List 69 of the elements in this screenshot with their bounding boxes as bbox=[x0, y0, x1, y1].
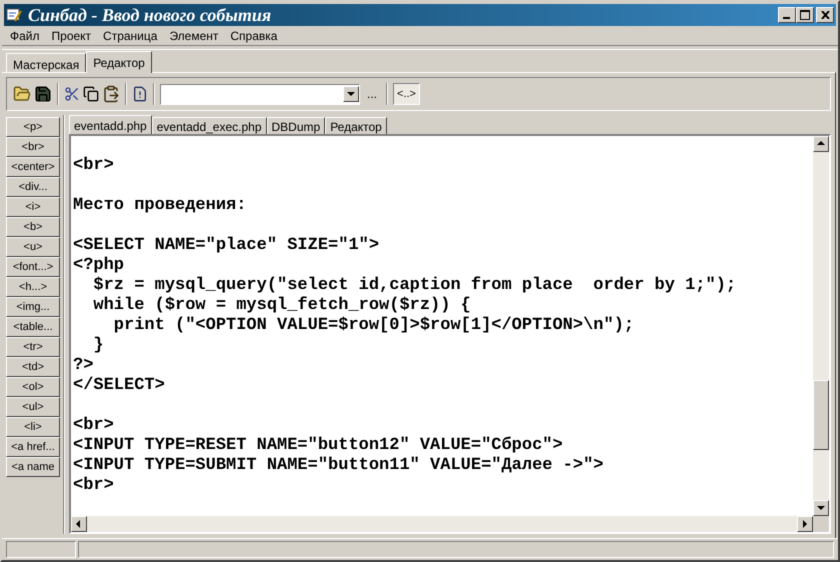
scroll-down-button[interactable] bbox=[813, 500, 829, 516]
file-tab[interactable]: eventadd.php bbox=[69, 115, 152, 134]
menu-item[interactable]: Страница bbox=[97, 26, 164, 44]
code-line: print ("<OPTION VALUE=$row[0]>$row[1]</OPTION>\n"); bbox=[112, 316, 634, 336]
scroll-left-button[interactable] bbox=[71, 516, 87, 532]
maximize-icon bbox=[800, 10, 810, 20]
code-line: <br> bbox=[73, 476, 114, 496]
code-line: <INPUT TYPE=RESET NAME="button12" VALUE="Сброс"> bbox=[73, 436, 563, 456]
tag-insert-button[interactable]: <li> bbox=[6, 417, 60, 437]
minimize-icon bbox=[783, 17, 791, 19]
tag-insert-button[interactable]: <a name bbox=[6, 457, 60, 477]
file-tab[interactable]: Редактор bbox=[325, 117, 387, 134]
window-title: Синбад - Ввод нового события bbox=[28, 4, 272, 26]
paste-icon[interactable] bbox=[102, 85, 120, 103]
code-line: $rz = mysql_query("select id,caption from place order by 1;"); bbox=[92, 276, 736, 296]
code-line: <SELECT NAME="place" SIZE="1"> bbox=[73, 236, 380, 256]
tag-insert-button[interactable]: <h...> bbox=[6, 277, 60, 297]
tag-insert-button[interactable]: <p> bbox=[6, 117, 60, 137]
document-icon[interactable] bbox=[132, 86, 148, 102]
status-panel bbox=[6, 541, 76, 558]
menu-item[interactable]: Проект bbox=[46, 26, 98, 44]
menu-item[interactable]: Элемент bbox=[163, 26, 224, 44]
close-icon bbox=[820, 11, 830, 19]
tag-insert-button[interactable]: <ol> bbox=[6, 377, 60, 397]
code-line: ?> bbox=[73, 356, 94, 376]
tag-insert-button[interactable]: <table... bbox=[6, 317, 60, 337]
tag-insert-button[interactable]: <center> bbox=[6, 157, 60, 177]
maximize-button[interactable] bbox=[796, 7, 814, 23]
code-line: <?php bbox=[73, 256, 124, 276]
combo-box[interactable] bbox=[160, 84, 360, 104]
code-line: <br> bbox=[73, 416, 114, 436]
file-tab[interactable]: eventadd_exec.php bbox=[152, 117, 266, 134]
open-folder-icon[interactable] bbox=[13, 85, 31, 103]
code-editor[interactable] bbox=[71, 136, 813, 516]
tag-insert-button[interactable]: <a href... bbox=[6, 437, 60, 457]
code-line: <br> bbox=[73, 156, 114, 176]
tag-insert-button[interactable]: <td> bbox=[6, 357, 60, 377]
tag-insert-button[interactable]: <ul> bbox=[6, 397, 60, 417]
code-line: </SELECT> bbox=[73, 376, 165, 396]
save-icon[interactable] bbox=[34, 85, 52, 103]
tag-insert-button[interactable]: <font...> bbox=[6, 257, 60, 277]
tag-insert-button[interactable]: <img... bbox=[6, 297, 60, 317]
menu-item[interactable]: Файл bbox=[4, 26, 46, 44]
code-line: <INPUT TYPE=SUBMIT NAME="button11" VALUE="Далее ->"> bbox=[73, 456, 604, 476]
scroll-right-button[interactable] bbox=[797, 516, 813, 532]
scissors-icon[interactable] bbox=[64, 86, 80, 102]
code-line: while ($row = mysql_fetch_row($rz)) { bbox=[92, 296, 471, 316]
code-line: } bbox=[92, 336, 104, 356]
copy-icon[interactable] bbox=[83, 86, 99, 102]
app-icon bbox=[6, 7, 22, 23]
file-tab[interactable]: DBDump bbox=[266, 117, 326, 134]
tag-insert-button[interactable]: <div... bbox=[6, 177, 60, 197]
tag-insert-button[interactable]: <b> bbox=[6, 217, 60, 237]
code-line: Место проведения: bbox=[73, 196, 246, 216]
dropdown-button[interactable] bbox=[343, 86, 359, 102]
tag-insert-button[interactable]: <br> bbox=[6, 137, 60, 157]
tag-insert-button[interactable]: <i> bbox=[6, 197, 60, 217]
tag-button[interactable]: <..> bbox=[393, 83, 420, 105]
menu-item[interactable]: Справка bbox=[224, 26, 284, 44]
vertical-scrollbar[interactable] bbox=[813, 136, 829, 516]
close-button[interactable] bbox=[816, 7, 834, 23]
tag-insert-button[interactable]: <tr> bbox=[6, 337, 60, 357]
tag-insert-button[interactable]: <u> bbox=[6, 237, 60, 257]
scroll-thumb[interactable] bbox=[813, 380, 829, 450]
horizontal-scrollbar[interactable] bbox=[71, 516, 813, 532]
tab[interactable]: Редактор bbox=[86, 51, 152, 73]
scroll-up-button[interactable] bbox=[813, 136, 829, 152]
minimize-button[interactable] bbox=[778, 7, 796, 23]
more-button[interactable]: ... bbox=[363, 85, 382, 103]
